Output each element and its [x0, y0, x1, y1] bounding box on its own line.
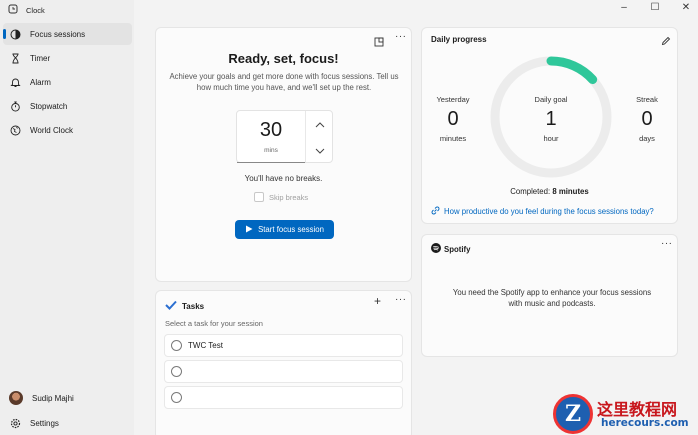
- watermark: Z 这里教程网 herecours.com: [553, 392, 698, 435]
- maximize-button[interactable]: ☐: [645, 2, 665, 13]
- completed-label: Completed:: [510, 187, 551, 196]
- chevron-down-icon: [315, 141, 325, 159]
- sidebar-item-label: Timer: [30, 53, 51, 63]
- avatar: [9, 391, 23, 405]
- alarm-icon: [9, 76, 21, 88]
- skip-breaks-label: Skip breaks: [269, 192, 309, 202]
- sidebar-item-label: Stopwatch: [30, 101, 68, 111]
- focus-icon: [9, 28, 21, 40]
- productivity-feedback-link[interactable]: How productive do you feel during the fo…: [431, 206, 654, 217]
- link-icon: [431, 206, 440, 217]
- more-options-icon[interactable]: ···: [395, 294, 407, 305]
- task-label: TWC Test: [188, 341, 223, 350]
- skip-breaks-checkbox[interactable]: Skip breaks: [254, 192, 308, 202]
- watermark-logo: Z: [553, 394, 593, 434]
- sidebar-item-alarm[interactable]: Alarm: [3, 71, 132, 93]
- decrease-time-button[interactable]: [306, 137, 333, 163]
- focus-title: Ready, set, focus!: [228, 51, 339, 66]
- chevron-up-icon: [315, 115, 325, 133]
- sidebar-item-label: World Clock: [30, 125, 73, 135]
- sidebar: Clock Focus sessions Timer Alarm Stopwat…: [0, 0, 134, 435]
- spotify-message: You need the Spotify app to enhance your…: [452, 288, 652, 308]
- more-options-icon[interactable]: ···: [661, 238, 673, 249]
- clock-app-icon: [8, 4, 18, 16]
- compact-overlay-icon[interactable]: [374, 34, 384, 52]
- task-row[interactable]: [164, 386, 403, 409]
- sidebar-item-world-clock[interactable]: World Clock: [3, 119, 132, 141]
- globe-icon: [9, 124, 21, 136]
- link-text: How productive do you feel during the fo…: [444, 207, 654, 216]
- sidebar-item-timer[interactable]: Timer: [3, 47, 132, 69]
- settings-label: Settings: [30, 418, 59, 428]
- task-radio[interactable]: [171, 392, 182, 403]
- focus-session-card: ··· Ready, set, focus! Achieve your goal…: [155, 27, 412, 282]
- yesterday-value: 0: [447, 108, 459, 130]
- start-button-label: Start focus session: [258, 225, 324, 234]
- timer-underline: [237, 161, 305, 163]
- yesterday-label: Yesterday: [436, 95, 470, 104]
- minimize-button[interactable]: –: [614, 2, 634, 13]
- goal-unit: hour: [543, 134, 559, 143]
- user-account[interactable]: Sudip Majhi: [3, 387, 132, 409]
- goal-value: 1: [545, 108, 557, 130]
- goal-label: Daily goal: [534, 95, 568, 104]
- tasks-card: Tasks + ··· Select a task for your sessi…: [155, 290, 412, 435]
- task-radio[interactable]: [171, 366, 182, 377]
- completed-value: 8 minutes: [552, 187, 589, 196]
- breaks-text: You'll have no breaks.: [244, 174, 323, 183]
- streak-value: 0: [641, 108, 653, 130]
- todo-check-icon: [165, 297, 177, 315]
- task-row[interactable]: TWC Test: [164, 334, 403, 357]
- daily-progress-card: Daily progress Yesterday 0 minutes Daily…: [421, 27, 678, 224]
- timer-unit: mins: [264, 147, 278, 154]
- duration-picker[interactable]: 30 mins: [236, 110, 333, 163]
- completed-text: Completed: 8 minutes: [422, 187, 677, 196]
- yesterday-unit: minutes: [439, 134, 467, 143]
- add-task-icon[interactable]: +: [374, 294, 381, 308]
- watermark-url: herecours.com: [601, 417, 689, 429]
- close-button[interactable]: ✕: [676, 2, 696, 13]
- stopwatch-icon: [9, 100, 21, 112]
- sidebar-item-stopwatch[interactable]: Stopwatch: [3, 95, 132, 117]
- start-focus-session-button[interactable]: Start focus session: [235, 220, 334, 239]
- focus-description: Achieve your goals and get more done wit…: [169, 72, 399, 92]
- user-name: Sudip Majhi: [32, 393, 74, 403]
- spotify-icon: [431, 240, 441, 258]
- task-row[interactable]: [164, 360, 403, 383]
- app-title: Clock: [26, 5, 45, 15]
- edit-icon[interactable]: [661, 33, 671, 51]
- gear-icon: [9, 417, 21, 429]
- play-icon: [245, 225, 253, 235]
- streak-unit: days: [639, 134, 655, 143]
- sidebar-item-label: Focus sessions: [30, 29, 86, 39]
- task-radio[interactable]: [171, 340, 182, 351]
- streak-label: Streak: [636, 95, 658, 104]
- spotify-title: Spotify: [444, 244, 471, 254]
- spotify-card: Spotify ··· You need the Spotify app to …: [421, 234, 678, 357]
- sidebar-item-settings[interactable]: Settings: [3, 412, 132, 434]
- task-prompt: Select a task for your session: [165, 319, 263, 328]
- hourglass-icon: [9, 52, 21, 64]
- daily-progress-title: Daily progress: [431, 35, 487, 44]
- app-title-bar: Clock: [8, 4, 45, 16]
- more-options-icon[interactable]: ···: [395, 31, 407, 42]
- sidebar-item-label: Alarm: [30, 77, 51, 87]
- tasks-title: Tasks: [182, 301, 205, 311]
- sidebar-item-focus-sessions[interactable]: Focus sessions: [3, 23, 132, 45]
- checkbox-box: [254, 192, 264, 202]
- tasks-header: Tasks: [165, 297, 204, 315]
- spotify-header: Spotify: [431, 240, 470, 258]
- timer-value: 30: [259, 119, 283, 141]
- increase-time-button[interactable]: [306, 111, 333, 137]
